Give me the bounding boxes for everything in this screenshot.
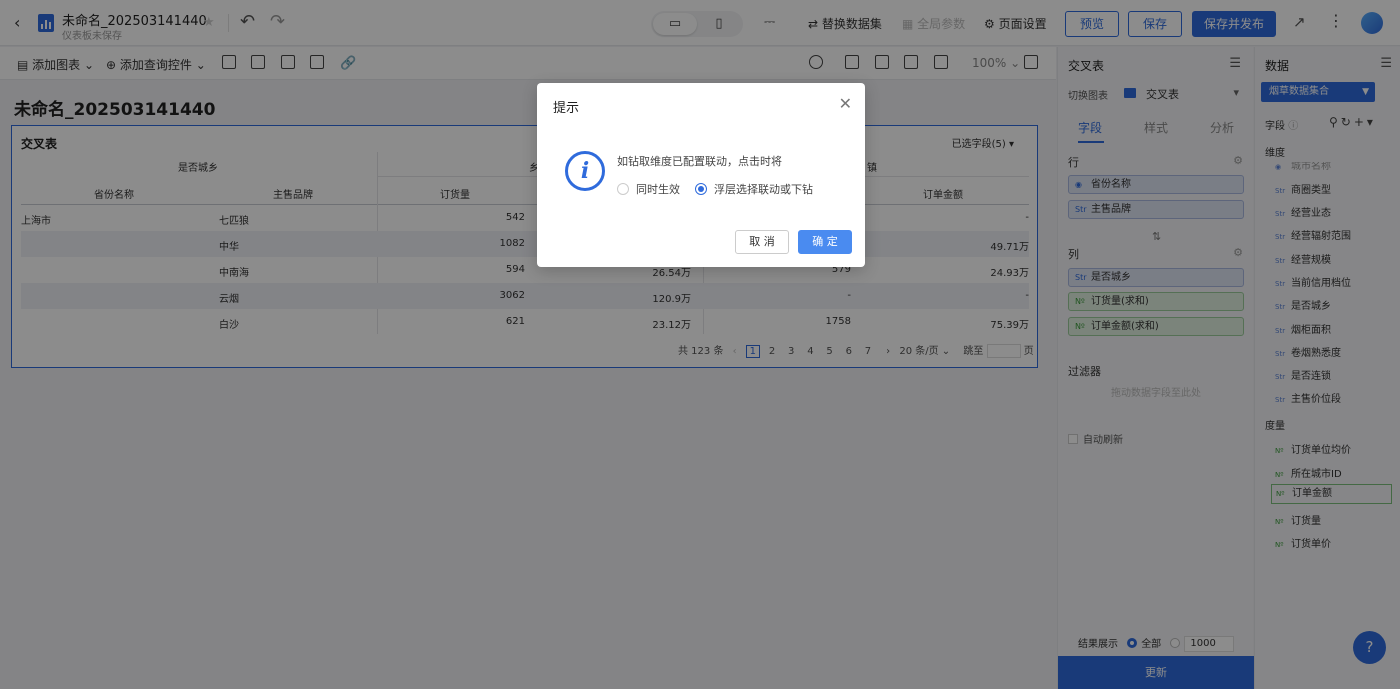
option-label: 浮层选择联动或下钻 [714, 183, 813, 196]
close-icon[interactable]: ✕ [839, 94, 852, 113]
radio-button[interactable] [617, 183, 629, 195]
info-icon: i [565, 151, 605, 191]
confirm-dialog: 提示 ✕ i 如钻取维度已配置联动，点击时将 同时生效 浮层选择联动或下钻 取 … [537, 83, 865, 267]
option-popup-select[interactable]: 浮层选择联动或下钻 [695, 181, 813, 197]
dialog-title: 提示 [553, 101, 580, 116]
option-simultaneous[interactable]: 同时生效 [617, 181, 680, 197]
confirm-button[interactable]: 确 定 [798, 230, 852, 254]
dialog-message: 如钻取维度已配置联动，点击时将 [617, 155, 782, 168]
cancel-button[interactable]: 取 消 [735, 230, 789, 254]
option-label: 同时生效 [636, 183, 680, 196]
radio-button[interactable] [695, 183, 707, 195]
